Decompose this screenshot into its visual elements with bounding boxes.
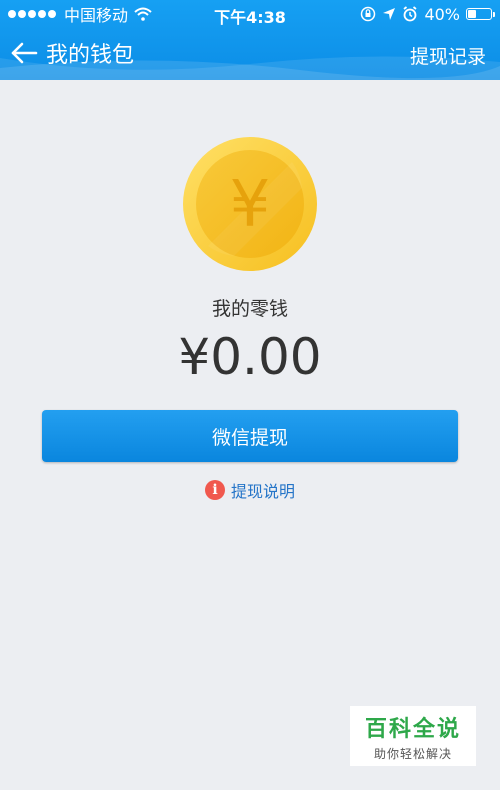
alarm-icon xyxy=(403,6,417,22)
back-arrow-icon xyxy=(11,42,38,64)
status-bar: 中国移动 下午4:38 40% xyxy=(0,0,500,28)
rotation-lock-icon xyxy=(361,6,376,22)
withdraw-history-link[interactable]: 提现记录 xyxy=(410,42,486,69)
watermark-subtitle: 助你轻松解决 xyxy=(373,746,452,761)
info-icon: i xyxy=(204,480,225,500)
battery-icon xyxy=(466,8,495,20)
wechat-withdraw-button[interactable]: 微信提现 xyxy=(42,410,458,462)
balance-amount: ¥0.00 xyxy=(178,328,322,386)
withdraw-help-link[interactable]: i 提现说明 xyxy=(0,478,500,502)
coin-icon: ¥ xyxy=(183,137,317,271)
withdraw-help-label: 提现说明 xyxy=(230,482,295,501)
watermark-title: 百科全说 xyxy=(364,716,461,742)
navigation-bar: 我的钱包 提现记录 xyxy=(0,28,500,76)
location-icon xyxy=(383,8,396,20)
page-title: 我的钱包 xyxy=(46,43,135,68)
battery-percent: 40% xyxy=(424,4,460,24)
header: 中国移动 下午4:38 40% 我的钱包 提现记录 xyxy=(0,0,500,80)
coin-symbol: ¥ xyxy=(230,168,271,242)
watermark-logo: 百科全说 助你轻松解决 xyxy=(350,706,476,766)
wallet-label: 我的零钱 xyxy=(211,298,288,320)
back-button[interactable]: 我的钱包 xyxy=(10,38,134,68)
